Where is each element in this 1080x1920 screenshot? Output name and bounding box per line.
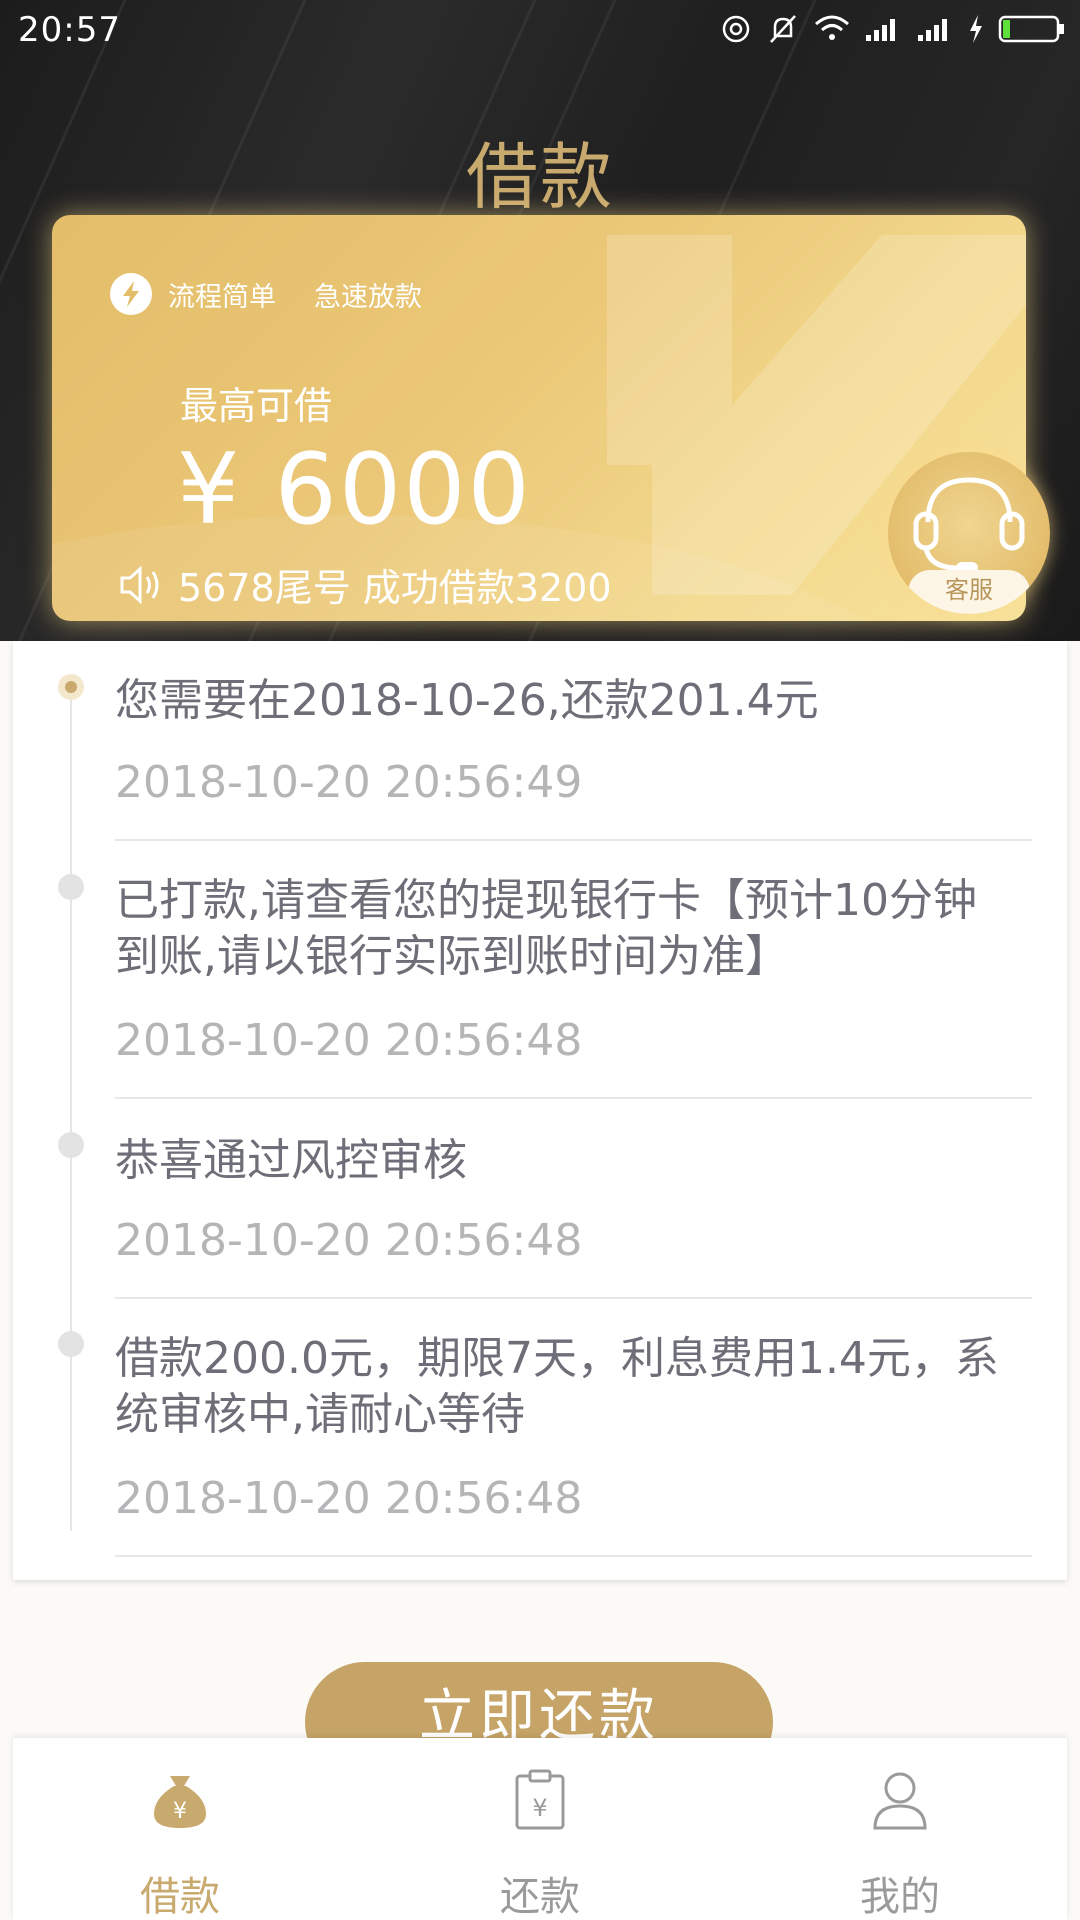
tag-fast-loan: 急速放款 [314,281,422,313]
max-loan-label: 最高可借 [180,384,333,428]
timeline-time: 2018-10-20 20:56:49 [115,757,583,808]
tab-repay-label: 还款 [500,1874,580,1920]
status-bar: 20:57 [0,0,1080,62]
card-tags: 流程简单 急速放款 [110,273,422,315]
timeline-dot [58,874,84,900]
speaker-icon [120,565,159,604]
svg-text:¥: ¥ [173,1799,187,1824]
loan-card: 流程简单 急速放款 最高可借 ¥ 6000 5678尾号 成功借款3200 [52,215,1026,621]
charging-icon [970,15,982,43]
timeline-line [70,691,72,1531]
mute-bell-icon [770,15,796,43]
tag-simple-process: 流程简单 [168,281,276,313]
timeline-message: 借款200.0元，期限7天，利息费用1.4元，系统审核中,请耐心等待 [115,1333,999,1440]
money-bag-icon: ¥ [154,1776,206,1828]
lightning-icon [110,273,152,315]
tab-mine-label: 我的 [860,1874,940,1920]
repay-clipboard-icon: ¥ [515,1769,565,1830]
page-title: 借款 [465,135,614,219]
timeline-time: 2018-10-20 20:56:48 [115,1473,583,1524]
tab-loan-label: 借款 [140,1874,220,1920]
tab-repay[interactable]: ¥ 还款 [440,1760,640,1920]
hotspot-icon [722,15,750,43]
divider [115,1555,1032,1557]
timeline-message: 已打款,请查看您的提现银行卡【预计10分钟到账,请以银行实际到账时间为准】 [115,875,977,982]
battery-icon [998,15,1064,43]
signal-icon [866,19,895,41]
timeline-dot [58,1331,84,1357]
timeline-message: 恭喜通过风控审核 [115,1135,467,1186]
timeline-message: 您需要在2018-10-26,还款201.4元 [115,675,819,726]
divider [115,1297,1032,1299]
timeline-time: 2018-10-20 20:56:48 [115,1015,583,1066]
status-time: 20:57 [18,10,121,50]
bottom-nav: ¥ 借款 ¥ 还款 我的 [13,1738,1067,1920]
divider [115,839,1032,841]
loan-notice: 5678尾号 成功借款3200 [118,557,612,612]
signal-icon-2 [918,19,947,41]
svg-text:¥: ¥ [532,1794,547,1822]
tab-loan[interactable]: ¥ 借款 [80,1760,280,1920]
tab-mine[interactable]: 我的 [800,1760,1000,1920]
app-screen: 20:57 借款 流程简单 急速放款 最高可借 ¥ 6000 5678尾号 成功… [0,0,1080,1920]
customer-service-label: 客服 [908,570,1030,614]
wifi-icon [815,15,849,40]
max-loan-amount: ¥ 6000 [177,433,532,547]
timeline-time: 2018-10-20 20:56:48 [115,1215,583,1266]
loan-notice-text: 5678尾号 成功借款3200 [178,566,612,610]
user-icon [873,1772,927,1830]
timeline-dot-active [58,674,84,700]
timeline-panel: 您需要在2018-10-26,还款201.4元 2018-10-20 20:56… [13,641,1067,1580]
customer-service-button[interactable]: 客服 [888,452,1050,614]
divider [115,1097,1032,1099]
timeline-dot [58,1132,84,1158]
